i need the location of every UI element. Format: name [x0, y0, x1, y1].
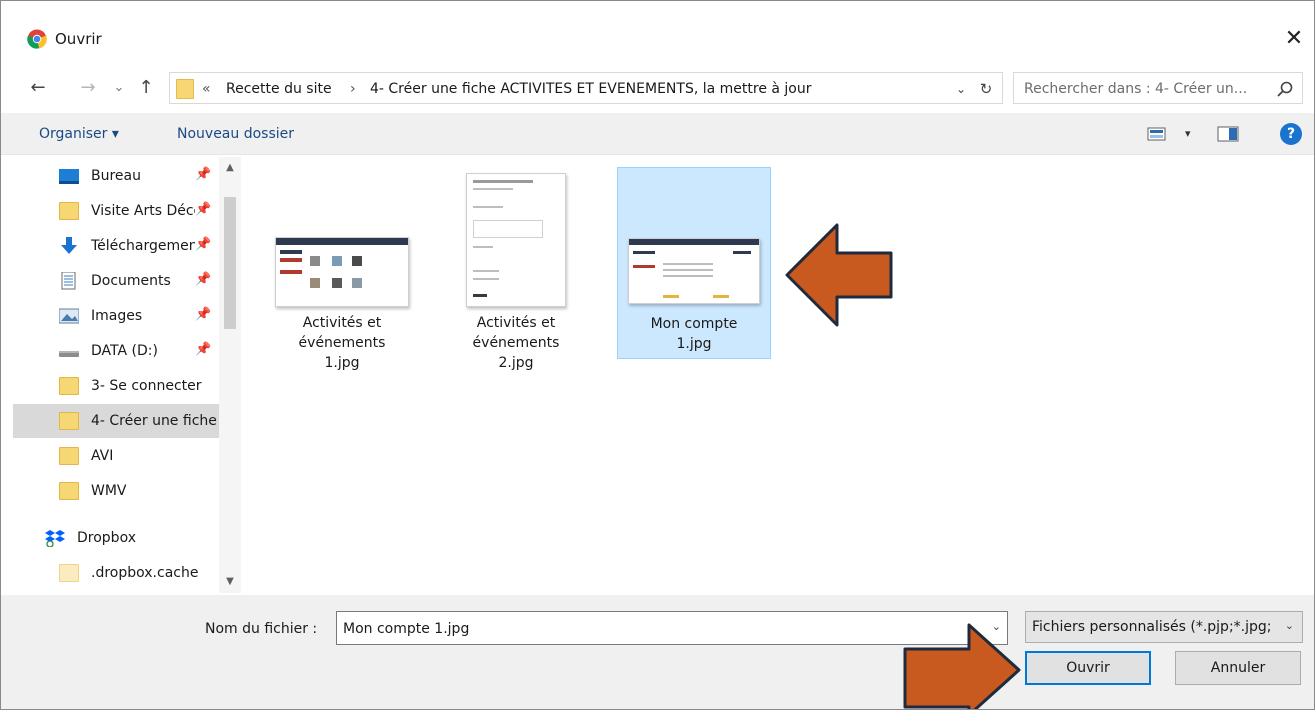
- file-item[interactable]: Activités et événements 1.jpg: [265, 167, 419, 371]
- sidebar-item-label: Téléchargements: [91, 238, 195, 254]
- dropbox-icon: [45, 530, 65, 547]
- folder-icon: [59, 447, 79, 465]
- file-name-line: Mon compte: [650, 316, 738, 332]
- back-arrow-icon[interactable]: ←: [27, 75, 49, 101]
- chevron-down-icon[interactable]: ⌄: [1285, 619, 1294, 632]
- download-icon: [61, 237, 77, 254]
- close-icon[interactable]: ✕: [1280, 25, 1308, 53]
- open-button[interactable]: Ouvrir: [1025, 651, 1151, 685]
- chevron-down-icon[interactable]: ⌄: [952, 79, 970, 99]
- sidebar-item-avi[interactable]: AVI: [13, 439, 219, 473]
- file-thumbnail: [466, 173, 566, 307]
- folder-icon: [59, 202, 79, 220]
- file-item[interactable]: Activités et événements 2.jpg: [439, 167, 593, 371]
- up-arrow-icon[interactable]: ↑: [135, 75, 157, 101]
- folder-icon: [59, 564, 79, 582]
- sidebar-item-telechargements[interactable]: Téléchargements 📌: [13, 229, 219, 263]
- file-item-selected[interactable]: Mon compte 1.jpg: [617, 167, 771, 359]
- pictures-icon: [59, 308, 79, 324]
- file-thumbnail: [628, 238, 760, 304]
- forward-arrow-icon[interactable]: →: [77, 75, 99, 101]
- open-file-dialog: Ouvrir ✕ ← → ⌄ ↑ « Recette du site › 4- …: [0, 0, 1315, 710]
- sidebar-item-label: AVI: [91, 448, 114, 464]
- breadcrumb-separator: ›: [350, 81, 356, 97]
- help-icon[interactable]: ?: [1280, 123, 1302, 145]
- refresh-icon[interactable]: ↻: [976, 79, 996, 99]
- pin-icon: 📌: [195, 167, 212, 182]
- scroll-up-icon[interactable]: ▲: [223, 161, 237, 175]
- pin-icon: 📌: [195, 307, 212, 322]
- sidebar-scrollbar[interactable]: ▲ ▼: [219, 157, 241, 593]
- file-list: Activités et événements 1.jpg Activités …: [245, 157, 1313, 593]
- documents-icon: [61, 272, 76, 290]
- breadcrumb-recette[interactable]: Recette du site: [226, 79, 332, 99]
- file-name: Activités et événements 1.jpg: [265, 313, 419, 373]
- search-box[interactable]: Rechercher dans : 4- Créer un...: [1013, 72, 1303, 104]
- file-name-line: événements: [472, 335, 560, 351]
- sidebar-item-visite-arts[interactable]: Visite Arts Décoratifs 📌: [13, 194, 219, 228]
- command-bar: Organiser ▾ Nouveau dossier ▾ ?: [1, 113, 1314, 155]
- preview-pane-icon[interactable]: [1217, 124, 1239, 144]
- file-name-line: Activités et: [476, 315, 556, 331]
- annotation-arrow-right: [903, 623, 1021, 709]
- breadcrumb-overflow[interactable]: «: [202, 79, 211, 99]
- file-type-value: Fichiers personnalisés (*.pjp;*.jpg;*.jp…: [1032, 619, 1272, 635]
- file-name-line: 1.jpg: [324, 355, 360, 371]
- scroll-thumb[interactable]: [224, 197, 236, 329]
- filename-label: Nom du fichier :: [205, 621, 318, 637]
- sidebar-item-label: WMV: [91, 483, 127, 499]
- navigation-pane: Bureau 📌 Visite Arts Décoratifs 📌 Téléch…: [13, 157, 241, 593]
- pin-icon: 📌: [195, 342, 212, 357]
- title-bar: Ouvrir ✕: [1, 1, 1314, 51]
- sidebar-item-label: Dropbox: [77, 530, 136, 546]
- folder-icon: [59, 412, 79, 430]
- sidebar-item-se-connecter[interactable]: 3- Se connecter: [13, 369, 219, 403]
- sidebar-item-dropbox[interactable]: Dropbox: [13, 521, 219, 555]
- search-input[interactable]: Rechercher dans : 4- Créer un...: [1024, 79, 1247, 99]
- view-dropdown-icon[interactable]: ▾: [1185, 124, 1191, 144]
- file-name-line: 1.jpg: [676, 336, 712, 352]
- file-name-line: 2.jpg: [498, 355, 534, 371]
- new-folder-button[interactable]: Nouveau dossier: [177, 124, 294, 144]
- navigation-bar: ← → ⌄ ↑ « Recette du site › 4- Créer une…: [1, 71, 1314, 105]
- file-type-select[interactable]: Fichiers personnalisés (*.pjp;*.jpg;*.jp…: [1025, 611, 1303, 643]
- folder-icon: [59, 482, 79, 500]
- address-bar[interactable]: « Recette du site › 4- Créer une fiche A…: [169, 72, 1003, 104]
- folder-icon: [59, 377, 79, 395]
- scroll-down-icon[interactable]: ▼: [223, 575, 237, 589]
- filename-input[interactable]: Mon compte 1.jpg: [343, 619, 469, 639]
- chrome-icon: [27, 29, 47, 49]
- sidebar-item-images[interactable]: Images 📌: [13, 299, 219, 333]
- folder-icon: [176, 79, 194, 99]
- sidebar-item-label: 4- Créer une fiche: [91, 413, 217, 429]
- pin-icon: 📌: [195, 202, 212, 217]
- file-name-line: Activités et: [302, 315, 382, 331]
- search-icon[interactable]: [1276, 80, 1294, 98]
- view-mode-icon[interactable]: [1147, 124, 1167, 144]
- recent-locations-icon[interactable]: ⌄: [111, 75, 127, 101]
- window-title: Ouvrir: [55, 30, 102, 48]
- file-name-line: événements: [298, 335, 386, 351]
- drive-icon: [59, 351, 79, 357]
- sidebar-item-label: .dropbox.cache: [91, 565, 199, 581]
- sidebar-item-bureau[interactable]: Bureau 📌: [13, 159, 219, 193]
- sidebar-item-label: Visite Arts Décoratifs: [91, 203, 195, 219]
- pin-icon: 📌: [195, 272, 212, 287]
- sidebar-item-creer-fiche[interactable]: 4- Créer une fiche: [13, 404, 219, 438]
- footer-panel: Nom du fichier : Mon compte 1.jpg ⌄ Fich…: [1, 595, 1314, 709]
- file-name: Mon compte 1.jpg: [618, 314, 770, 354]
- sidebar-item-wmv[interactable]: WMV: [13, 474, 219, 508]
- sidebar-item-documents[interactable]: Documents 📌: [13, 264, 219, 298]
- breadcrumb-current-folder[interactable]: 4- Créer une fiche ACTIVITES ET EVENEMEN…: [370, 79, 812, 99]
- cancel-button[interactable]: Annuler: [1175, 651, 1301, 685]
- annotation-arrow-left: [785, 223, 893, 327]
- sidebar-item-data-drive[interactable]: DATA (D:) 📌: [13, 334, 219, 368]
- desktop-icon: [59, 169, 79, 184]
- sidebar-item-dropbox-cache[interactable]: .dropbox.cache: [13, 556, 219, 590]
- sidebar-item-label: 3- Se connecter: [91, 378, 202, 394]
- organize-button[interactable]: Organiser ▾: [39, 124, 119, 144]
- file-name: Activités et événements 2.jpg: [439, 313, 593, 373]
- pin-icon: 📌: [195, 237, 212, 252]
- file-thumbnail: [275, 237, 409, 307]
